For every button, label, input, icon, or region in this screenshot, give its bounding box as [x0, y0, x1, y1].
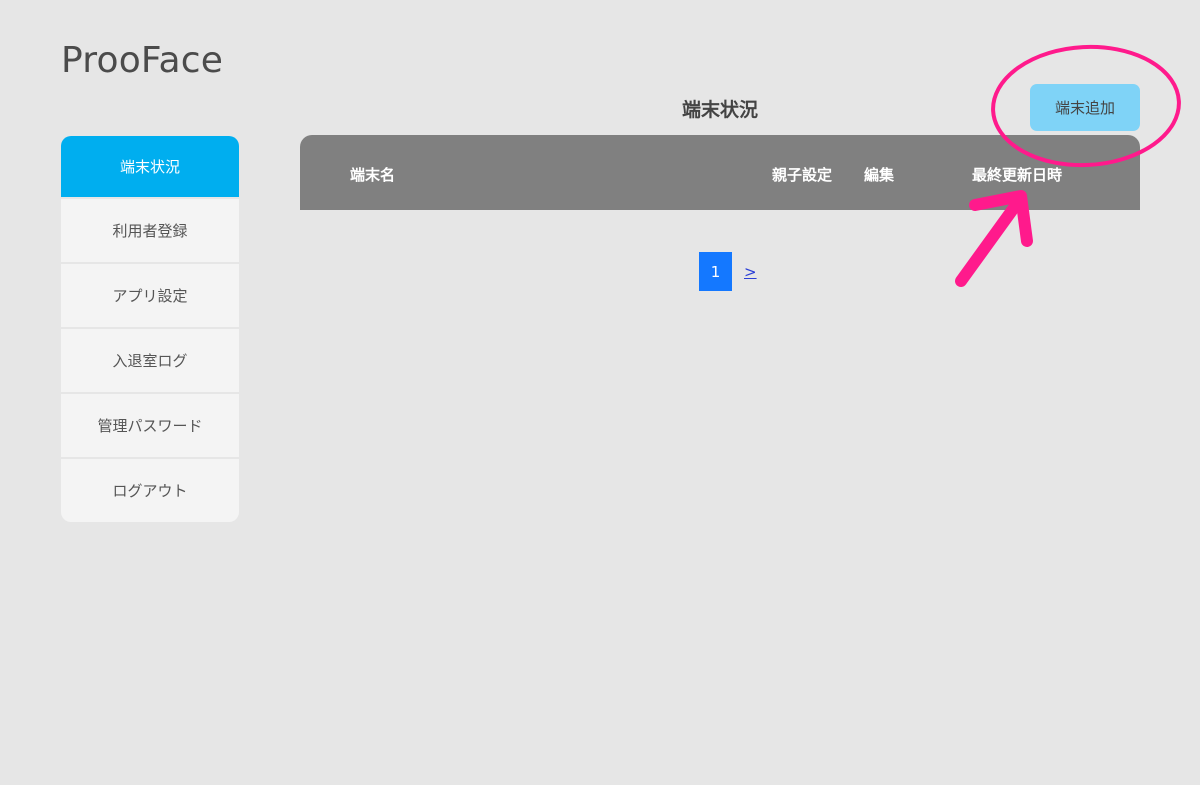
add-device-button[interactable]: 端末追加 — [1030, 84, 1140, 131]
column-header-last-updated[interactable]: 最終更新日時 — [972, 164, 1062, 185]
pagination-next-link[interactable]: > — [744, 263, 757, 281]
sidebar-item-entry-log[interactable]: 入退室ログ — [61, 329, 239, 394]
pagination-current-page[interactable]: 1 — [699, 252, 732, 291]
sidebar-item-user-registration[interactable]: 利用者登録 — [61, 199, 239, 264]
device-table-header: 端末名 親子設定 編集 最終更新日時 — [300, 135, 1140, 210]
page-title: 端末状況 — [681, 99, 758, 121]
sidebar-item-logout[interactable]: ログアウト — [61, 459, 239, 522]
sidebar-item-device-status[interactable]: 端末状況 — [61, 136, 239, 199]
app-root: ProoFace 端末状況 利用者登録 アプリ設定 入退室ログ 管理パスワード … — [0, 0, 1200, 785]
sidebar-item-app-settings[interactable]: アプリ設定 — [61, 264, 239, 329]
column-header-parent-child-setting[interactable]: 親子設定 — [772, 164, 832, 185]
column-header-device-name[interactable]: 端末名 — [350, 164, 395, 185]
sidebar: 端末状況 利用者登録 アプリ設定 入退室ログ 管理パスワード ログアウト — [61, 136, 239, 522]
brand-logo: ProoFace — [61, 40, 224, 81]
sidebar-item-admin-password[interactable]: 管理パスワード — [61, 394, 239, 459]
column-header-edit[interactable]: 編集 — [864, 164, 894, 185]
pagination: 1 > — [699, 252, 757, 291]
